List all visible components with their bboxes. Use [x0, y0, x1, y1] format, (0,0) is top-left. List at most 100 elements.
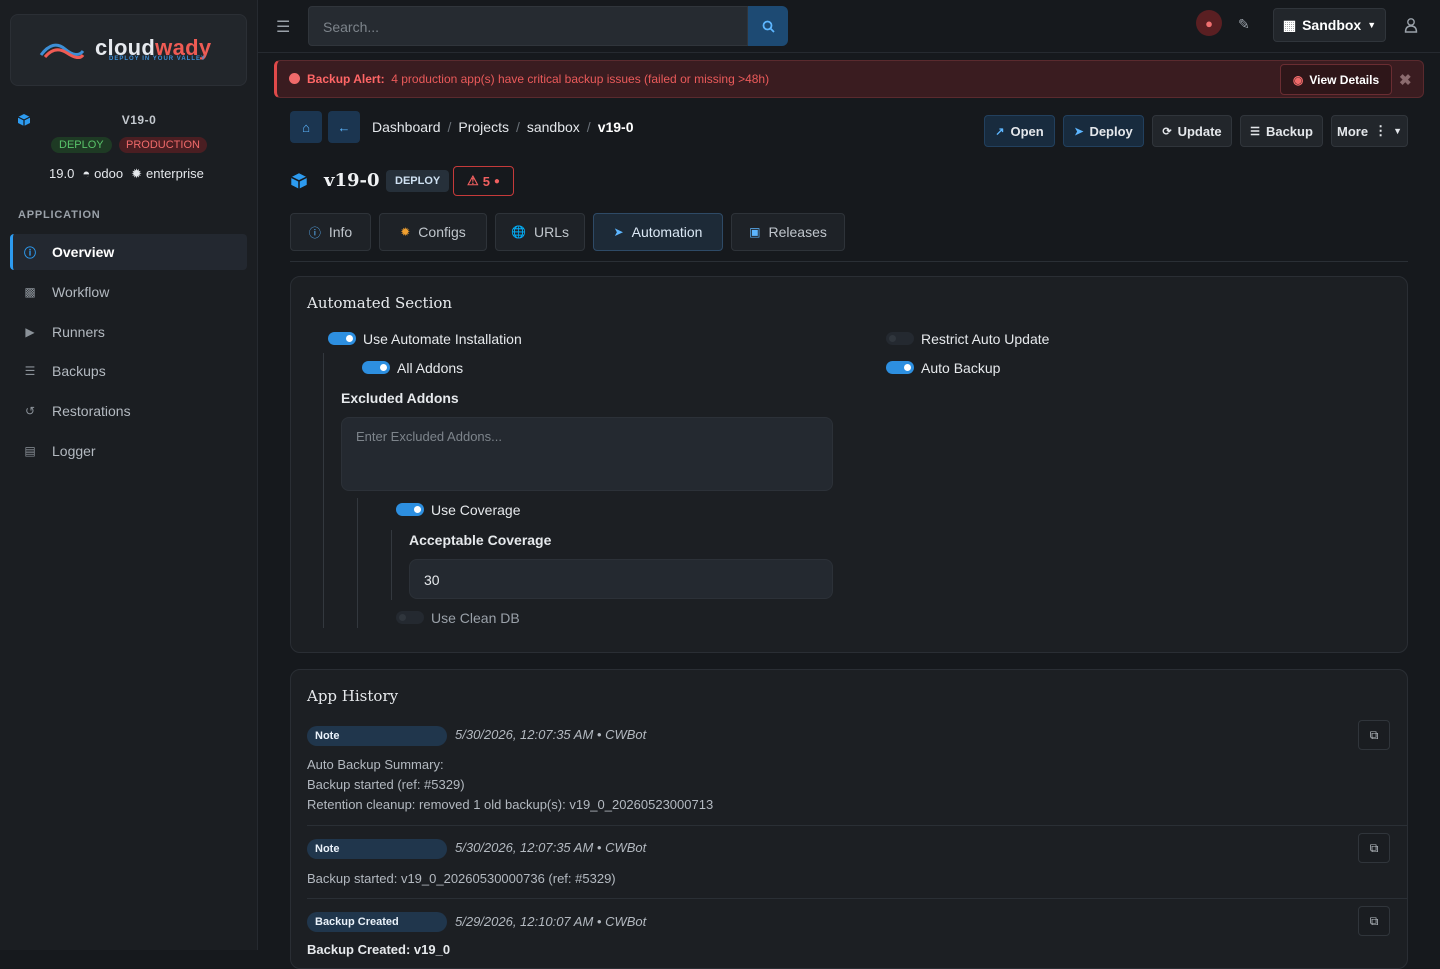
tab-urls[interactable]: 🌐 URLs	[495, 213, 585, 251]
history-meta: 5/30/2026, 12:07:35 AM • CWBot	[455, 727, 647, 742]
tab-configs[interactable]: ✹ Configs	[379, 213, 487, 251]
tab-label: Releases	[768, 224, 827, 240]
alert-text: Backup Alert: 4 production app(s) have c…	[307, 72, 769, 86]
back-button[interactable]: ←	[328, 111, 360, 143]
backup-button[interactable]: ☰ Backup	[1240, 115, 1323, 147]
tab-info[interactable]: ⓘ Info	[290, 213, 371, 251]
section-label: APPLICATION	[18, 209, 101, 221]
use-clean-db-label: Use Clean DB	[431, 610, 520, 626]
rocket-icon: ➤	[613, 225, 624, 239]
backup-alert: Backup Alert: 4 production app(s) have c…	[274, 60, 1424, 98]
breadcrumb: Dashboard / Projects / sandbox / v19-0	[372, 119, 634, 135]
open-button[interactable]: ↗ Open	[984, 115, 1055, 147]
more-label: More	[1337, 123, 1369, 139]
home-button[interactable]: ⌂	[290, 111, 322, 143]
environment-label: Sandbox	[1302, 17, 1362, 33]
copy-button[interactable]: ⧉	[1358, 906, 1390, 936]
history-line: Backup started (ref: #5329)	[307, 777, 465, 792]
history-line: Backup Created: v19_0	[307, 942, 451, 957]
use-automate-installation-label: Use Automate Installation	[363, 331, 522, 347]
more-dropdown[interactable]: More ⋮ ▼	[1331, 115, 1408, 147]
history-divider	[307, 898, 1407, 899]
sidebar-item-restorations[interactable]: ↺ Restorations	[10, 393, 247, 429]
sidebar-item-label: Overview	[52, 244, 115, 260]
copy-button[interactable]: ⧉	[1358, 833, 1390, 863]
sidebar-item-label: Logger	[52, 443, 96, 459]
sidebar-item-label: Runners	[52, 324, 105, 340]
excluded-addons-label: Excluded Addons	[341, 390, 459, 406]
brand-tagline: DEPLOY IN YOUR VALLEY	[109, 56, 207, 62]
all-addons-toggle[interactable]	[362, 361, 390, 374]
logo-waves-icon	[39, 43, 85, 59]
chat-icon[interactable]: ✎	[1238, 16, 1250, 33]
copy-icon: ⧉	[1369, 727, 1379, 742]
tab-label: Automation	[631, 224, 703, 240]
breadcrumb-sandbox[interactable]: sandbox	[527, 119, 580, 135]
sidebar-item-logger[interactable]: ▤ Logger	[10, 433, 247, 469]
section-title: Automated Section	[307, 294, 453, 312]
history-type-badge: Note	[307, 726, 447, 746]
user-icon[interactable]	[1404, 17, 1418, 33]
env-badge: PRODUCTION	[119, 137, 207, 153]
acceptable-coverage-input[interactable]: 30	[409, 559, 833, 599]
app-platform: odoo	[94, 166, 124, 181]
nest-guide-line	[323, 353, 324, 628]
environment-switcher[interactable]: ▦ Sandbox ▼	[1273, 8, 1386, 42]
topbar: ☰ Search... ● ✎ ▦ Sandbox ▼	[258, 0, 1440, 53]
use-clean-db-toggle[interactable]	[396, 611, 424, 624]
sidebar-item-runners[interactable]: ▶ Runners	[10, 314, 247, 350]
sidebar-item-backups[interactable]: ☰ Backups	[10, 353, 247, 389]
tab-automation[interactable]: ➤ Automation	[593, 213, 723, 251]
copy-icon: ⧉	[1369, 913, 1379, 928]
use-automate-installation-toggle[interactable]	[328, 332, 356, 345]
close-icon[interactable]: ✖	[1399, 71, 1412, 89]
restrict-auto-update-toggle[interactable]	[886, 332, 914, 345]
use-coverage-toggle[interactable]	[396, 503, 424, 516]
deploy-label: Deploy	[1089, 123, 1133, 139]
auto-backup-label: Auto Backup	[921, 360, 1001, 376]
tab-label: Configs	[418, 224, 466, 240]
sidebar-item-overview[interactable]: ⓘ Overview	[10, 234, 247, 270]
excluded-addons-textarea[interactable]: Enter Excluded Addons...	[341, 417, 833, 491]
acceptable-coverage-label: Acceptable Coverage	[409, 532, 552, 548]
view-details-button[interactable]: ◉ View Details	[1280, 64, 1392, 95]
breadcrumb-dashboard[interactable]: Dashboard	[372, 119, 441, 135]
history-type-badge: Backup Created	[307, 912, 447, 932]
file-icon: ▤	[24, 444, 36, 458]
menu-toggle-icon[interactable]: ☰	[276, 17, 290, 37]
sidebar-item-workflow[interactable]: ▩ Workflow	[10, 274, 247, 310]
breadcrumb-projects[interactable]: Projects	[458, 119, 509, 135]
alert-icon	[289, 73, 300, 84]
search-input[interactable]: Search...	[308, 6, 748, 46]
search-button[interactable]	[748, 6, 788, 46]
use-coverage-label: Use Coverage	[431, 502, 521, 518]
brand-logo[interactable]: cloudwady DEPLOY IN YOUR VALLEY	[10, 14, 247, 86]
history-divider	[307, 825, 1407, 826]
view-details-label: View Details	[1309, 72, 1380, 87]
database-icon: ☰	[1250, 125, 1260, 138]
warning-count: 5	[482, 173, 490, 189]
warnings-badge[interactable]: ⚠ 5 ●	[453, 166, 514, 196]
section-title: App History	[307, 687, 399, 705]
history-line: Backup started: v19_0_20260530000736 (re…	[307, 871, 616, 886]
history-body: Backup started: v19_0_20260530000736 (re…	[307, 869, 616, 889]
auto-backup-toggle[interactable]	[886, 361, 914, 374]
tab-divider	[290, 261, 1408, 262]
tab-label: Info	[328, 224, 353, 240]
tab-releases[interactable]: ▣ Releases	[731, 213, 845, 251]
caret-down-icon: ▼	[1393, 126, 1402, 136]
notification-bell-icon[interactable]: ●	[1196, 10, 1222, 36]
page-title: v19-0	[324, 170, 380, 191]
caret-down-icon: ▼	[1367, 20, 1377, 30]
alert-message: 4 production app(s) have critical backup…	[391, 72, 770, 86]
restrict-auto-update-label: Restrict Auto Update	[921, 331, 1050, 347]
alert-title: Backup Alert:	[307, 72, 385, 86]
alert-circle-icon: ●	[493, 175, 500, 187]
app-edition: enterprise	[146, 166, 204, 181]
external-link-icon: ↗	[995, 125, 1005, 138]
sidebar-item-label: Workflow	[52, 284, 110, 300]
deploy-button[interactable]: ➤ Deploy	[1063, 115, 1144, 147]
warning-icon: ⚠	[467, 173, 479, 188]
update-button[interactable]: ⟳ Update	[1152, 115, 1232, 147]
copy-button[interactable]: ⧉	[1358, 720, 1390, 750]
